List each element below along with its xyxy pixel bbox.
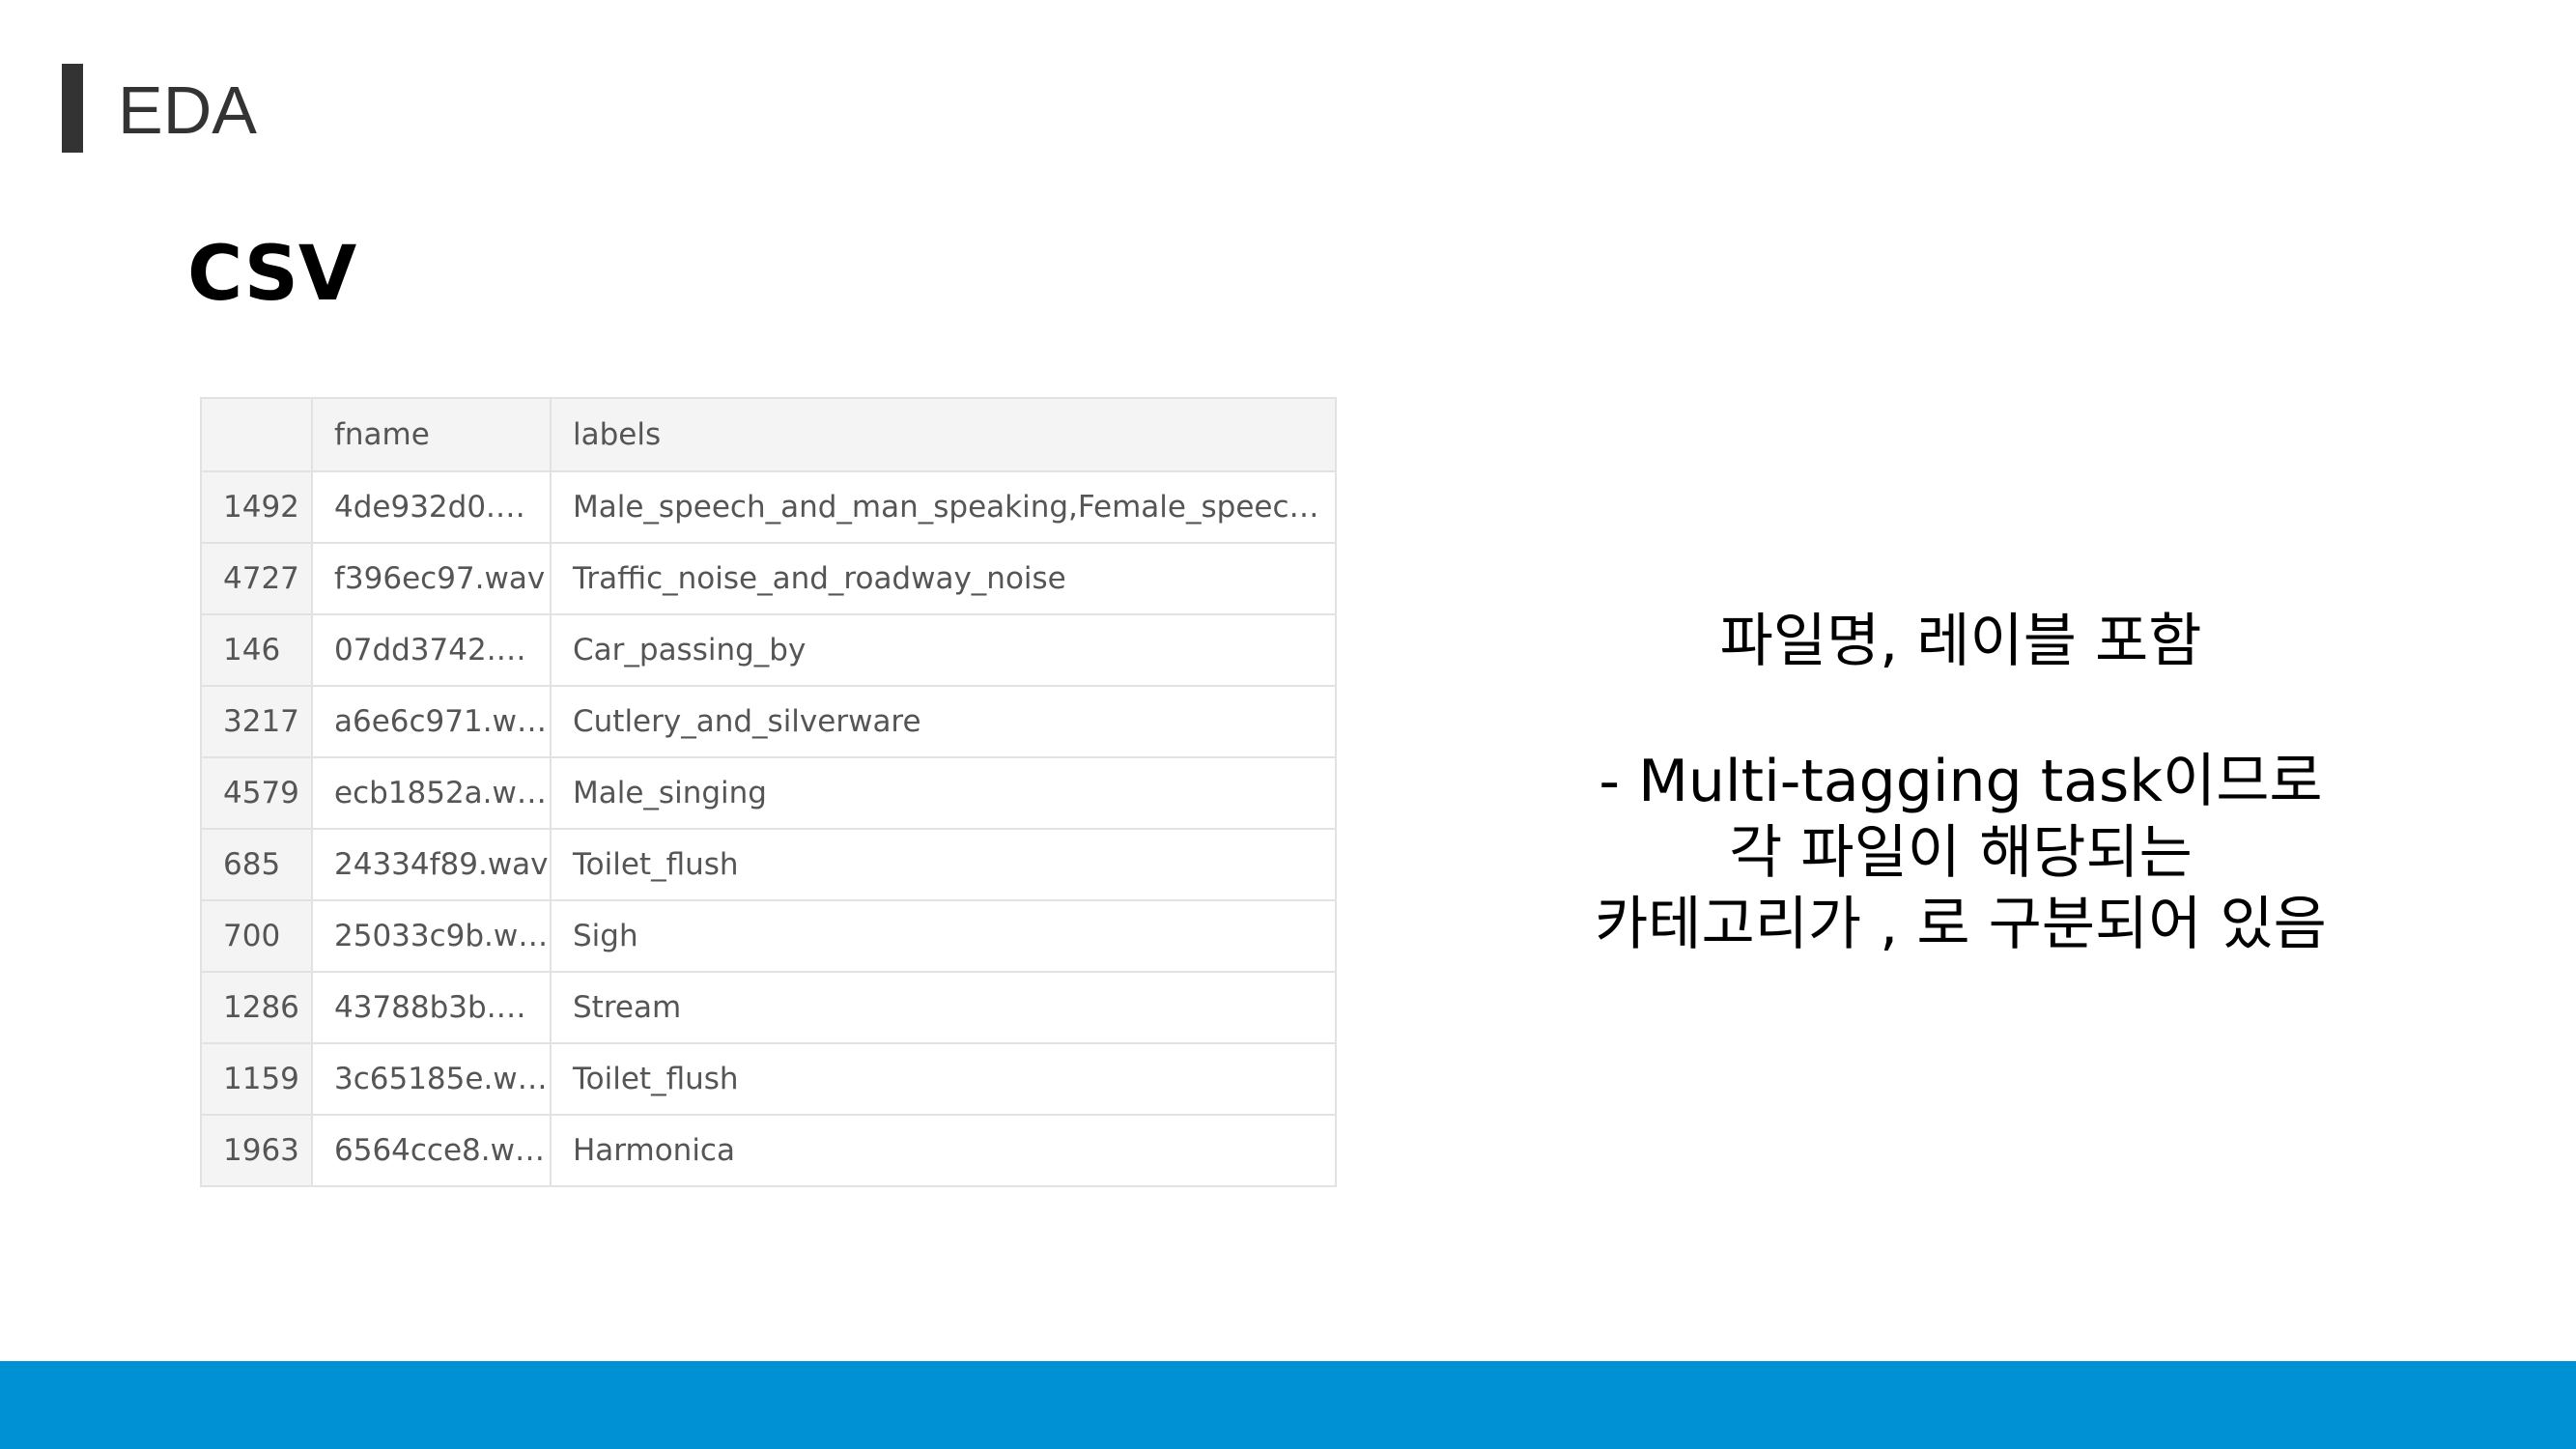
- table-row: 1963 6564cce8.wav Harmonica: [200, 1114, 1337, 1187]
- footer-band: [0, 1361, 2576, 1449]
- row-labels-cell: Male_speech_and_man_speaking,Female_spee…: [550, 470, 1337, 544]
- description-detail: - Multi-tagging task이므로 각 파일이 해당되는 카테고리가…: [1478, 746, 2444, 960]
- row-fname-cell: f396ec97.wav: [311, 542, 552, 615]
- table-row: 4579 ecb1852a.wav Male_singing: [200, 756, 1337, 830]
- row-index-cell: 146: [200, 613, 313, 687]
- row-labels-cell: Harmonica: [550, 1114, 1337, 1187]
- row-index-cell: 4579: [200, 756, 313, 830]
- description-line: - Multi-tagging task이므로: [1599, 748, 2323, 815]
- row-labels-cell: Traffic_noise_and_roadway_noise: [550, 542, 1337, 615]
- row-fname-cell: 43788b3b.wav: [311, 971, 552, 1044]
- row-index-cell: 1963: [200, 1114, 313, 1187]
- row-fname-cell: ecb1852a.wav: [311, 756, 552, 830]
- row-index-cell: 1159: [200, 1042, 313, 1116]
- table-row: 1159 3c65185e.wav Toilet_flush: [200, 1042, 1337, 1116]
- row-fname-cell: 3c65185e.wav: [311, 1042, 552, 1116]
- slide-title: EDA: [118, 72, 257, 148]
- table-row: 146 07dd3742.wav Car_passing_by: [200, 613, 1337, 687]
- row-labels-cell: Toilet_flush: [550, 828, 1337, 901]
- row-index-cell: 700: [200, 899, 313, 973]
- description-line: 각 파일이 해당되는: [1729, 819, 2193, 887]
- table-row: 3217 a6e6c971.wav Cutlery_and_silverware: [200, 685, 1337, 758]
- column-header-labels: labels: [550, 397, 1337, 472]
- row-labels-cell: Toilet_flush: [550, 1042, 1337, 1116]
- row-labels-cell: Sigh: [550, 899, 1337, 973]
- description-line: 카테고리가 , 로 구분되어 있음: [1595, 891, 2327, 958]
- row-labels-cell: Cutlery_and_silverware: [550, 685, 1337, 758]
- row-fname-cell: a6e6c971.wav: [311, 685, 552, 758]
- csv-preview-table: fname labels 1492 4de932d0.wav Male_speech…: [200, 397, 1337, 1187]
- row-index-cell: 1492: [200, 470, 313, 544]
- table-body: 1492 4de932d0.wav Male_speech_and_man_spea…: [200, 470, 1337, 1187]
- row-fname-cell: 07dd3742.wav: [311, 613, 552, 687]
- table-row: 1492 4de932d0.wav Male_speech_and_man_spea…: [200, 470, 1337, 544]
- row-labels-cell: Stream: [550, 971, 1337, 1044]
- row-fname-cell: 25033c9b.wav: [311, 899, 552, 973]
- row-labels-cell: Male_singing: [550, 756, 1337, 830]
- column-header-index: [200, 397, 313, 472]
- table-row: 700 25033c9b.wav Sigh: [200, 899, 1337, 973]
- row-fname-cell: 6564cce8.wav: [311, 1114, 552, 1187]
- row-index-cell: 1286: [200, 971, 313, 1044]
- description-main: 파일명, 레이블 포함: [1719, 608, 2202, 675]
- table-row: 4727 f396ec97.wav Traffic_noise_and_roadwa…: [200, 542, 1337, 615]
- column-header-fname: fname: [311, 397, 552, 472]
- table-header-row: fname labels: [200, 397, 1337, 472]
- section-heading: CSV: [187, 231, 357, 318]
- table-row: 685 24334f89.wav Toilet_flush: [200, 828, 1337, 901]
- row-fname-cell: 4de932d0.wav: [311, 470, 552, 544]
- table-row: 1286 43788b3b.wav Stream: [200, 971, 1337, 1044]
- row-fname-cell: 24334f89.wav: [311, 828, 552, 901]
- row-index-cell: 3217: [200, 685, 313, 758]
- row-index-cell: 685: [200, 828, 313, 901]
- row-labels-cell: Car_passing_by: [550, 613, 1337, 687]
- row-index-cell: 4727: [200, 542, 313, 615]
- title-accent-bar: [62, 64, 83, 153]
- slide: EDA CSV fname labels 1492 4de932d0.wav Mal…: [0, 0, 2576, 1449]
